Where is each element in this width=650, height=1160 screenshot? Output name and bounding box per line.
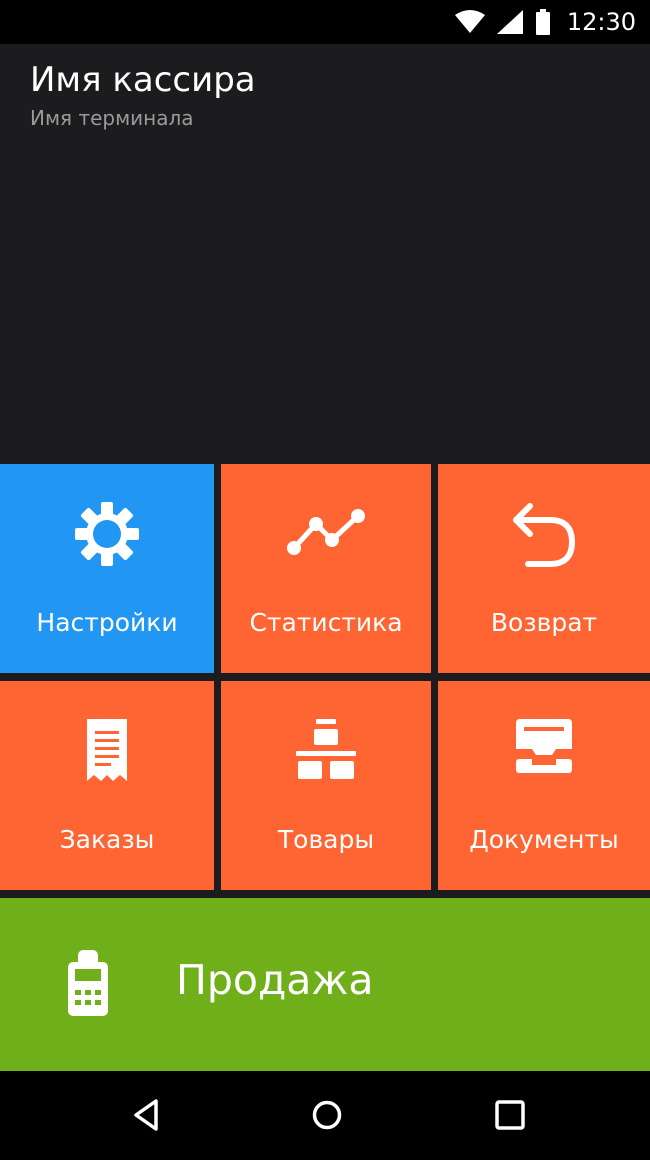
wifi-icon [454,10,485,34]
goods-label: Товары [277,825,375,854]
battery-icon [535,9,551,35]
sale-button[interactable]: Продажа [0,898,650,1071]
boxes-icon [294,717,358,785]
sale-label: Продажа [176,956,374,1004]
statistics-label: Статистика [249,608,403,637]
inbox-tray-icon [514,717,574,779]
header: Имя кассира Имя терминала [0,44,650,464]
back-icon[interactable] [130,1095,162,1139]
settings-label: Настройки [36,608,178,637]
home-icon[interactable] [309,1095,345,1139]
return-tile[interactable]: Возврат [438,464,650,673]
return-label: Возврат [490,608,598,637]
nav-bar [0,1071,650,1160]
statistics-tile[interactable]: Статистика [221,464,431,673]
goods-tile[interactable]: Товары [221,681,431,890]
terminal-name: Имя терминала [30,106,194,130]
status-bar: 12:30 [0,0,650,44]
orders-tile[interactable]: Заказы [0,681,214,890]
gear-icon [73,500,141,572]
orders-label: Заказы [59,825,155,854]
receipt-icon [83,717,131,787]
cashier-name: Имя кассира [30,60,256,100]
chart-line-icon [284,500,368,564]
settings-tile[interactable]: Настройки [0,464,214,673]
return-arrow-icon [506,500,582,576]
clock: 12:30 [566,8,636,36]
documents-label: Документы [469,825,619,854]
documents-tile[interactable]: Документы [438,681,650,890]
payment-terminal-icon [60,948,116,1022]
signal-icon [496,10,523,34]
recents-icon[interactable] [492,1095,528,1139]
